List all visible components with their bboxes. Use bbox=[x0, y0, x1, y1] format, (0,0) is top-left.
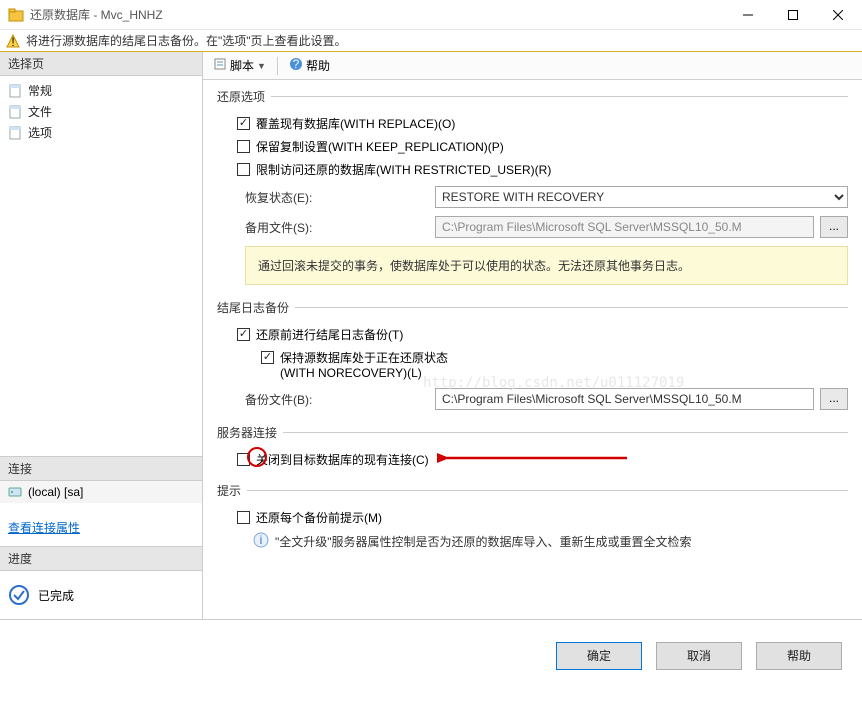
restricted-checkbox[interactable] bbox=[237, 163, 250, 176]
warning-bar: ! 将进行源数据库的结尾日志备份。在"选项"页上查看此设置。 bbox=[0, 30, 862, 52]
warning-text: 将进行源数据库的结尾日志备份。在"选项"页上查看此设置。 bbox=[26, 32, 347, 49]
nav-label: 常规 bbox=[28, 82, 52, 99]
title-bar: 还原数据库 - Mvc_HNHZ bbox=[0, 0, 862, 30]
script-button[interactable]: 脚本 ▼ bbox=[209, 55, 270, 76]
page-icon bbox=[8, 105, 22, 119]
script-icon bbox=[213, 57, 227, 74]
recovery-state-select[interactable]: RESTORE WITH RECOVERY bbox=[435, 186, 848, 208]
right-column: 脚本 ▼ ? 帮助 http://blog.csdn.net/u01112701… bbox=[203, 52, 862, 619]
group-title: 结尾日志备份 bbox=[217, 299, 289, 316]
prompt-each-label: 还原每个备份前提示(M) bbox=[256, 509, 382, 526]
recovery-state-label: 恢复状态(E): bbox=[245, 189, 435, 206]
page-icon bbox=[8, 126, 22, 140]
tail-log-group: 结尾日志备份 还原前进行结尾日志备份(T) 保持源数据库处于正在还原状态 (WI… bbox=[217, 299, 848, 410]
connection-value: (local) [sa] bbox=[28, 485, 83, 499]
prompt-each-checkbox[interactable] bbox=[237, 511, 250, 524]
keep-repl-label: 保留复制设置(WITH KEEP_REPLICATION)(P) bbox=[256, 138, 504, 155]
info-icon: i bbox=[253, 532, 269, 551]
ok-button[interactable]: 确定 bbox=[556, 642, 642, 670]
warning-icon: ! bbox=[6, 34, 20, 48]
server-icon bbox=[8, 485, 22, 499]
restore-note: 通过回滚未提交的事务，使数据库处于可以使用的状态。无法还原其他事务日志。 bbox=[245, 246, 848, 285]
close-conn-label: 关闭到目标数据库的现有连接(C) bbox=[256, 451, 429, 468]
backup-file-input[interactable] bbox=[435, 388, 814, 410]
backup-browse-button[interactable]: ... bbox=[820, 388, 848, 410]
group-title: 服务器连接 bbox=[217, 424, 277, 441]
keep-repl-row[interactable]: 保留复制设置(WITH KEEP_REPLICATION)(P) bbox=[237, 138, 848, 155]
page-icon bbox=[8, 84, 22, 98]
standby-browse-button: ... bbox=[820, 216, 848, 238]
standby-file-label: 备用文件(S): bbox=[245, 219, 435, 236]
norecovery-row[interactable]: 保持源数据库处于正在还原状态 (WITH NORECOVERY)(L) bbox=[261, 349, 848, 380]
recovery-state-row: 恢复状态(E): RESTORE WITH RECOVERY bbox=[245, 186, 848, 208]
backup-file-label: 备份文件(B): bbox=[245, 391, 435, 408]
svg-text:?: ? bbox=[293, 57, 300, 71]
norecovery-checkbox[interactable] bbox=[261, 351, 274, 364]
close-button[interactable] bbox=[815, 1, 860, 29]
close-conn-checkbox[interactable] bbox=[237, 453, 250, 466]
info-row: i "全文升级"服务器属性控制是否为还原的数据库导入、重新生成或重置全文检索 bbox=[253, 532, 848, 551]
overwrite-checkbox[interactable] bbox=[237, 117, 250, 130]
group-title: 还原选项 bbox=[217, 88, 265, 105]
window-title: 还原数据库 - Mvc_HNHZ bbox=[30, 6, 725, 23]
minimize-button[interactable] bbox=[725, 1, 770, 29]
standby-file-input bbox=[435, 216, 814, 238]
cancel-button[interactable]: 取消 bbox=[656, 642, 742, 670]
app-icon bbox=[8, 7, 24, 23]
group-title: 提示 bbox=[217, 482, 241, 499]
success-icon bbox=[8, 584, 30, 606]
nav-item-general[interactable]: 常规 bbox=[0, 80, 202, 101]
nav-item-files[interactable]: 文件 bbox=[0, 101, 202, 122]
prompt-each-row[interactable]: 还原每个备份前提示(M) bbox=[237, 509, 848, 526]
dropdown-arrow-icon: ▼ bbox=[257, 61, 266, 71]
nav-label: 选项 bbox=[28, 124, 52, 141]
restricted-label: 限制访问还原的数据库(WITH RESTRICTED_USER)(R) bbox=[256, 161, 551, 178]
connection-body: (local) [sa] bbox=[0, 481, 202, 503]
select-page-header: 选择页 bbox=[0, 52, 202, 76]
overwrite-row[interactable]: 覆盖现有数据库(WITH REPLACE)(O) bbox=[237, 115, 848, 132]
svg-text:i: i bbox=[260, 533, 263, 547]
info-text: "全文升级"服务器属性控制是否为还原的数据库导入、重新生成或重置全文检索 bbox=[275, 533, 692, 550]
svg-text:!: ! bbox=[11, 35, 14, 48]
help-button[interactable]: ? 帮助 bbox=[285, 55, 334, 76]
view-connection-props-row: 查看连接属性 bbox=[0, 503, 202, 546]
overwrite-label: 覆盖现有数据库(WITH REPLACE)(O) bbox=[256, 115, 455, 132]
prompt-group: 提示 还原每个备份前提示(M) i "全文升级"服务器属性控制是否为还原的数据库… bbox=[217, 482, 848, 551]
keep-repl-checkbox[interactable] bbox=[237, 140, 250, 153]
content-area: http://blog.csdn.net/u011127019 还原选项 覆盖现… bbox=[203, 80, 862, 619]
left-column: 选择页 常规 文件 选项 连接 (local) [sa] 查看连接属性 进度 bbox=[0, 52, 203, 619]
norecovery-label: 保持源数据库处于正在还原状态 (WITH NORECOVERY)(L) bbox=[280, 349, 448, 380]
maximize-button[interactable] bbox=[770, 1, 815, 29]
progress-header: 进度 bbox=[0, 546, 202, 571]
toolbar-separator bbox=[277, 57, 278, 75]
help-button-footer[interactable]: 帮助 bbox=[756, 642, 842, 670]
take-tail-label: 还原前进行结尾日志备份(T) bbox=[256, 326, 403, 343]
backup-file-row: 备份文件(B): ... bbox=[245, 388, 848, 410]
nav-label: 文件 bbox=[28, 103, 52, 120]
server-conn-group: 服务器连接 关闭到目标数据库的现有连接(C) bbox=[217, 424, 848, 468]
left-spacer bbox=[0, 147, 202, 456]
help-label: 帮助 bbox=[306, 57, 330, 74]
script-label: 脚本 bbox=[230, 57, 254, 74]
progress-value: 已完成 bbox=[38, 587, 74, 604]
main-area: 选择页 常规 文件 选项 连接 (local) [sa] 查看连接属性 进度 bbox=[0, 52, 862, 620]
take-tail-checkbox[interactable] bbox=[237, 328, 250, 341]
progress-body: 已完成 bbox=[0, 571, 202, 619]
connection-header: 连接 bbox=[0, 456, 202, 481]
close-conn-row[interactable]: 关闭到目标数据库的现有连接(C) bbox=[237, 451, 848, 468]
help-icon: ? bbox=[289, 57, 303, 74]
view-connection-props-link[interactable]: 查看连接属性 bbox=[8, 521, 80, 535]
toolbar: 脚本 ▼ ? 帮助 bbox=[203, 52, 862, 80]
footer: 确定 取消 帮助 bbox=[0, 620, 862, 692]
page-list: 常规 文件 选项 bbox=[0, 76, 202, 147]
nav-item-options[interactable]: 选项 bbox=[0, 122, 202, 143]
restore-options-group: 还原选项 覆盖现有数据库(WITH REPLACE)(O) 保留复制设置(WIT… bbox=[217, 88, 848, 285]
standby-file-row: 备用文件(S): ... bbox=[245, 216, 848, 238]
take-tail-row[interactable]: 还原前进行结尾日志备份(T) bbox=[237, 326, 848, 343]
restricted-row[interactable]: 限制访问还原的数据库(WITH RESTRICTED_USER)(R) bbox=[237, 161, 848, 178]
